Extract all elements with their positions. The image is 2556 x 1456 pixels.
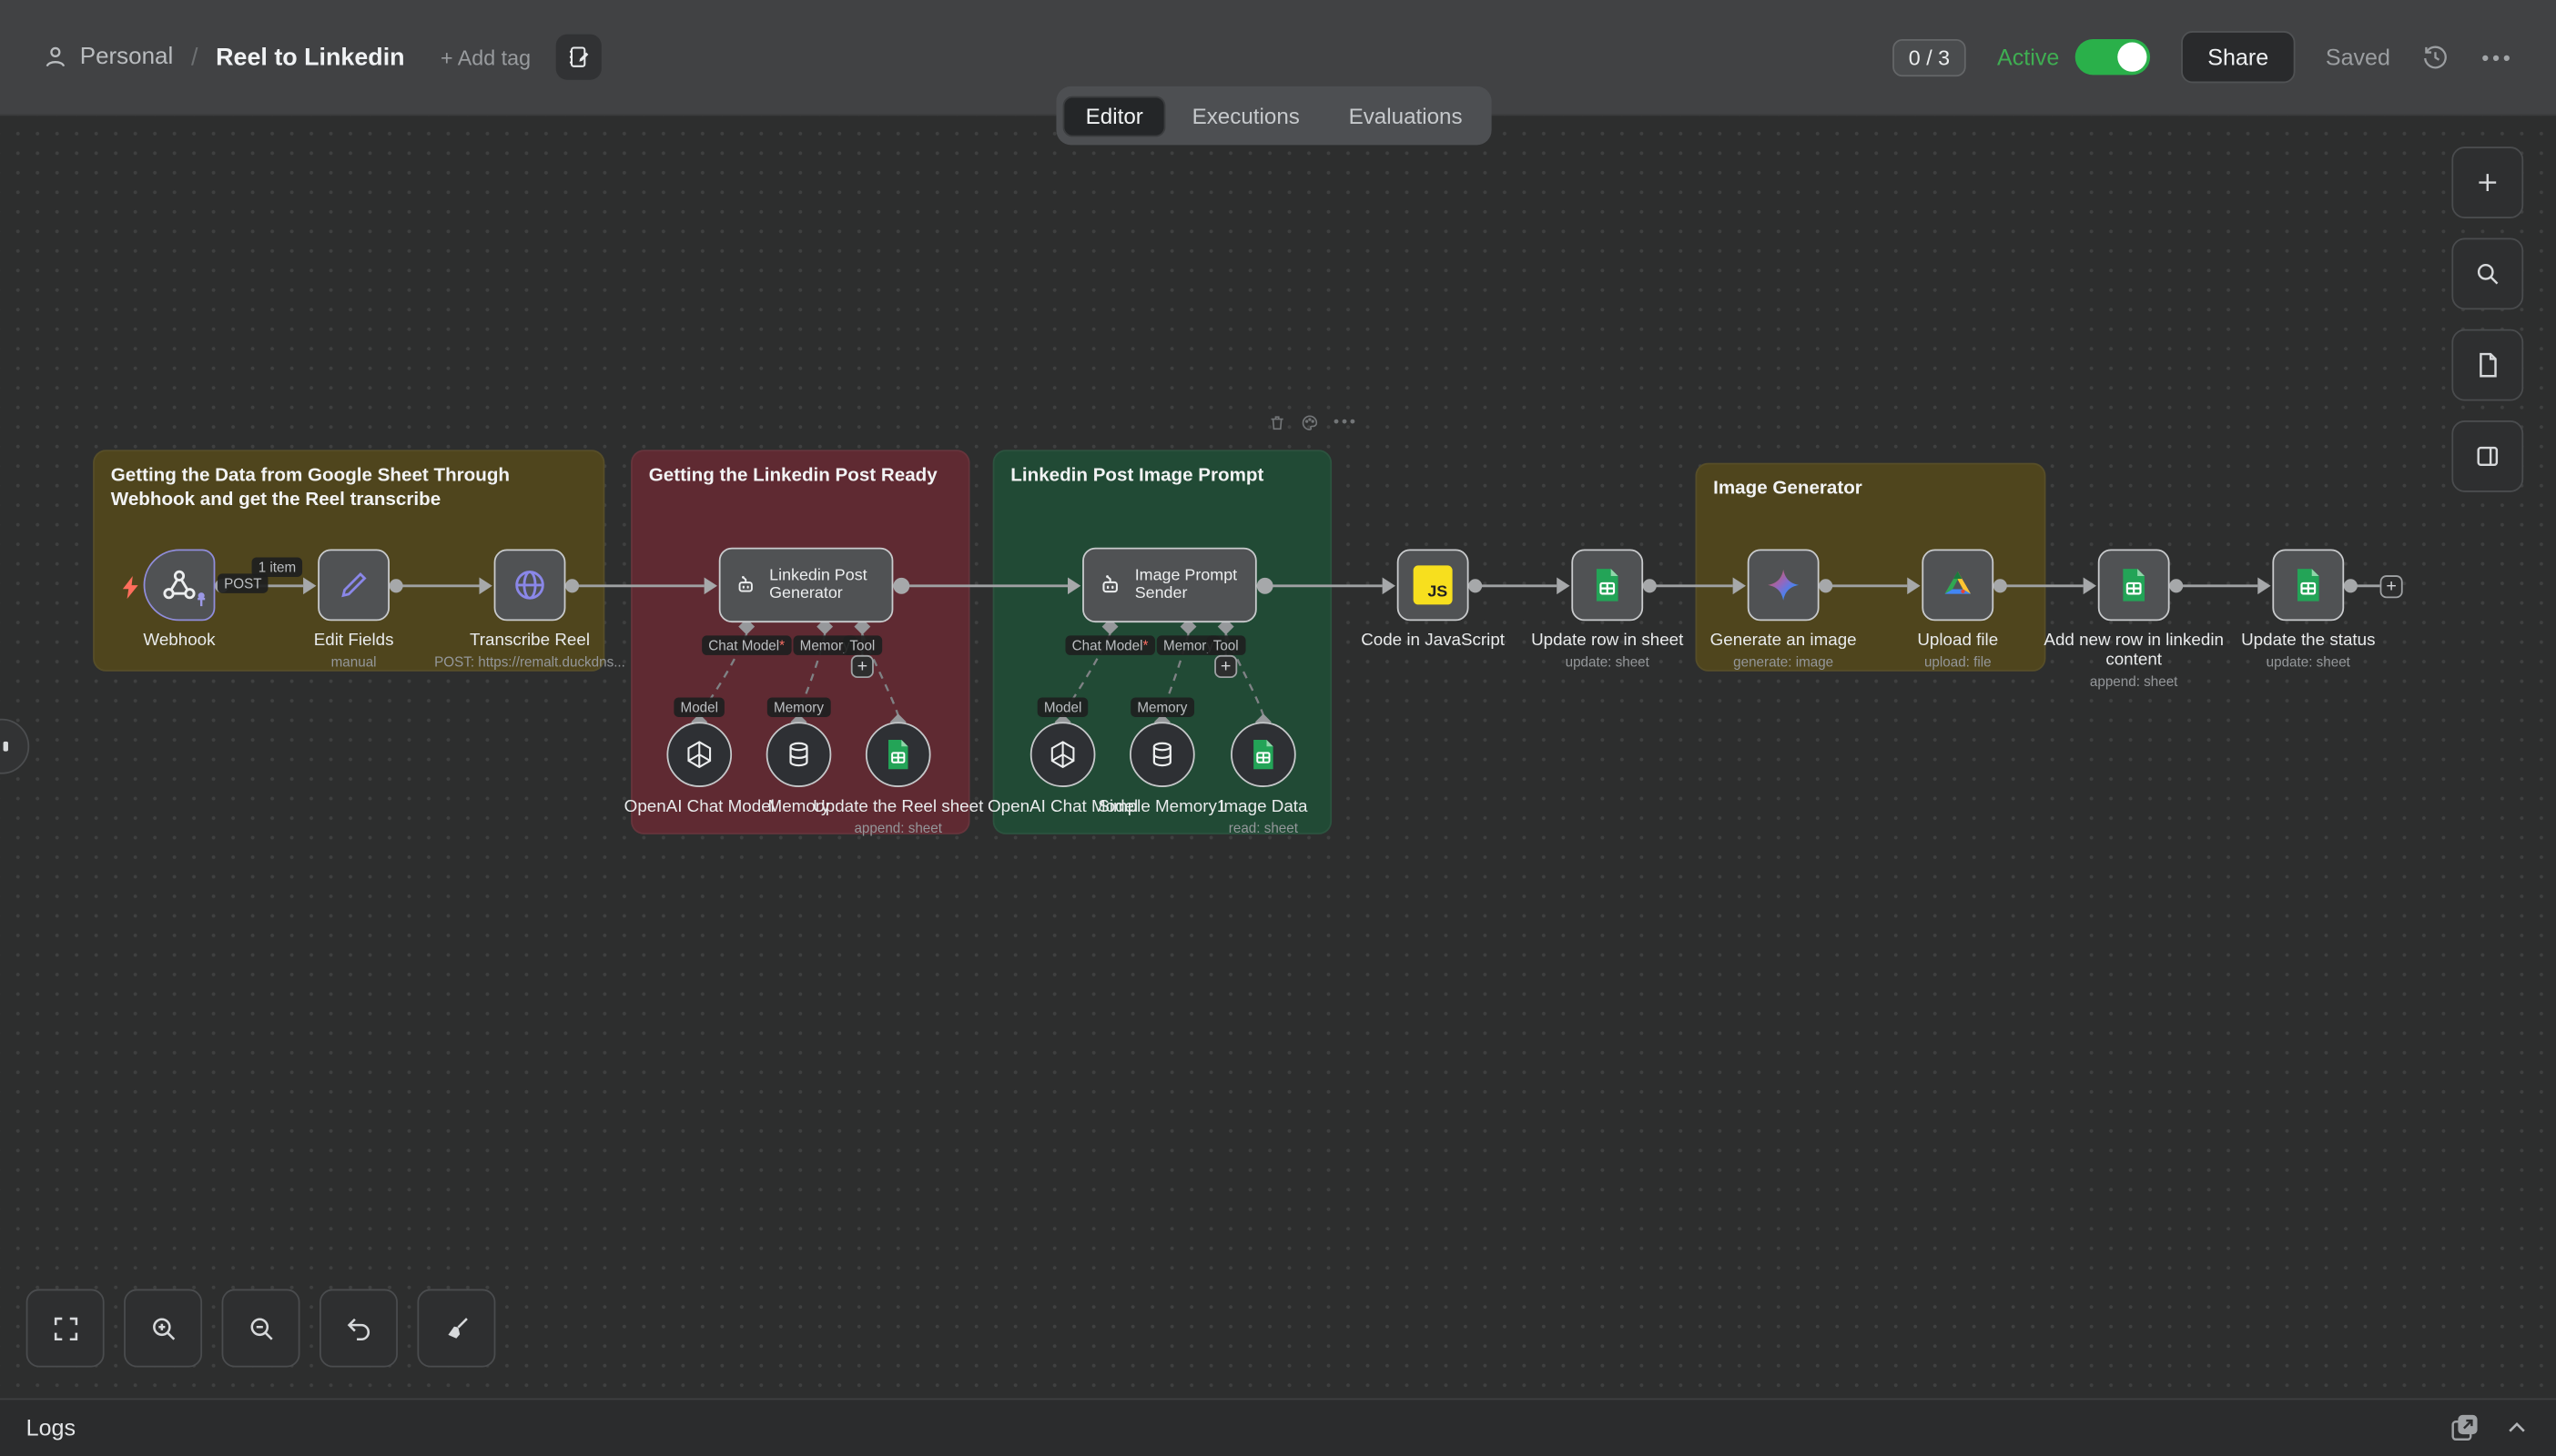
tab-editor[interactable]: Editor bbox=[1063, 96, 1166, 136]
zoom-out-icon bbox=[246, 1313, 277, 1344]
sticky-title: Linkedin Post Image Prompt bbox=[994, 451, 1330, 502]
add-node-endpoint-button[interactable]: + bbox=[2380, 575, 2403, 598]
personal-workspace-icon bbox=[43, 44, 69, 70]
add-sticky-note-button[interactable] bbox=[2451, 329, 2523, 401]
collapse-panel-handle[interactable] bbox=[0, 719, 29, 774]
active-toggle[interactable] bbox=[2075, 39, 2150, 75]
zoom-in-button[interactable] bbox=[124, 1289, 202, 1368]
file-icon bbox=[2473, 350, 2502, 379]
google-sheets-icon bbox=[1251, 738, 1277, 771]
google-sheets-icon bbox=[885, 738, 911, 771]
pinned-data-icon bbox=[194, 587, 208, 616]
delete-sticky-button[interactable] bbox=[1268, 414, 1286, 432]
sticky-title: Image Generator bbox=[1697, 464, 2044, 515]
workflow-title[interactable]: Reel to Linkedin bbox=[216, 43, 404, 70]
add-node-button[interactable] bbox=[2451, 147, 2523, 218]
subnode-memory-chip: Memory bbox=[767, 697, 830, 716]
connector-tool-chip: Tool bbox=[1207, 635, 1245, 654]
connection-items-chip: 1 item bbox=[252, 557, 303, 576]
sticky-toolbar: ••• bbox=[1268, 414, 1358, 432]
add-tool-button[interactable]: + bbox=[1214, 655, 1237, 678]
connector-chat-model-chip: Chat Model* bbox=[702, 635, 791, 654]
google-drive-icon bbox=[1938, 565, 1977, 604]
palette-icon bbox=[1301, 414, 1319, 432]
add-tag-button[interactable]: + Add tag bbox=[441, 45, 531, 69]
node-webhook[interactable]: Webhook bbox=[82, 550, 278, 651]
node-upload-file[interactable]: Upload file upload: file bbox=[1860, 550, 2055, 671]
workflow-notes-button[interactable] bbox=[555, 35, 601, 80]
google-sheets-icon bbox=[2119, 567, 2148, 602]
logs-title: Logs bbox=[26, 1414, 76, 1441]
subnode-update-the-reel-sheet[interactable]: Update the Reel sheet append: sheet bbox=[804, 722, 993, 835]
toggle-panel-button[interactable] bbox=[2451, 420, 2523, 492]
trigger-lightning-icon bbox=[121, 575, 140, 608]
gemini-image-icon bbox=[1764, 565, 1803, 604]
split-layout-icon bbox=[2473, 441, 2502, 470]
chevron-up-icon bbox=[2504, 1414, 2531, 1441]
sticky-color-button[interactable] bbox=[1301, 414, 1319, 432]
trash-icon bbox=[1268, 414, 1286, 432]
node-update-the-status[interactable]: Update the status update: sheet bbox=[2210, 550, 2406, 671]
add-tool-button[interactable]: + bbox=[851, 655, 874, 678]
node-generate-an-image[interactable]: Generate an image generate: image bbox=[1686, 550, 1882, 671]
zoom-out-button[interactable] bbox=[222, 1289, 300, 1368]
more-options-button[interactable]: ••• bbox=[2481, 45, 2513, 69]
connector-tool-chip: Tool bbox=[843, 635, 881, 654]
globe-icon bbox=[511, 565, 550, 604]
node-linkedin-post-generator[interactable]: Linkedin Post Generator bbox=[719, 548, 894, 622]
search-icon bbox=[2473, 259, 2502, 288]
pencil-icon bbox=[336, 567, 371, 602]
note-edit-icon bbox=[565, 44, 592, 70]
google-sheets-icon bbox=[2294, 567, 2323, 602]
robot-icon bbox=[734, 565, 758, 604]
required-mark: * bbox=[1143, 637, 1149, 653]
node-transcribe-reel[interactable]: Transcribe Reel POST: https://remalt.duc… bbox=[432, 550, 628, 671]
workflow-canvas[interactable]: Getting the Data from Google Sheet Throu… bbox=[0, 116, 2556, 1398]
zoom-to-fit-button[interactable] bbox=[26, 1289, 105, 1368]
google-sheets-icon bbox=[1593, 567, 1622, 602]
undo-icon bbox=[343, 1313, 374, 1344]
evaluation-counter-badge[interactable]: 0 / 3 bbox=[1892, 38, 1966, 76]
node-code-javascript[interactable]: JS Code in JavaScript bbox=[1335, 550, 1531, 651]
saved-status[interactable]: Saved bbox=[2326, 44, 2390, 70]
n8n-workflow-editor: Personal / Reel to Linkedin + Add tag 0 … bbox=[0, 0, 2556, 1455]
search-button[interactable] bbox=[2451, 238, 2523, 309]
pop-out-icon bbox=[2449, 1411, 2481, 1444]
sticky-title: Getting the Data from Google Sheet Throu… bbox=[95, 451, 604, 526]
active-label: Active bbox=[1997, 44, 2059, 70]
connector-chat-model-chip: Chat Model* bbox=[1065, 635, 1154, 654]
breadcrumb-separator: / bbox=[191, 43, 198, 70]
version-history-button[interactable] bbox=[2421, 43, 2450, 72]
webhook-icon bbox=[160, 565, 199, 604]
zoom-in-icon bbox=[147, 1313, 178, 1344]
node-add-new-row-linkedin-content[interactable]: Add new row in linkedin content append: … bbox=[2036, 550, 2232, 690]
subnode-image-data[interactable]: Image Data read: sheet bbox=[1169, 722, 1358, 835]
robot-icon bbox=[1097, 565, 1123, 604]
subnode-model-chip: Model bbox=[674, 697, 725, 716]
tidy-up-button[interactable] bbox=[417, 1289, 495, 1368]
subnode-model-chip: Model bbox=[1038, 697, 1089, 716]
breadcrumb-workspace[interactable]: Personal bbox=[80, 44, 173, 70]
sticky-title: Getting the Linkedin Post Ready bbox=[633, 451, 969, 502]
plus-icon bbox=[2473, 167, 2502, 197]
subnode-memory-chip: Memory bbox=[1131, 697, 1193, 716]
tab-executions[interactable]: Executions bbox=[1170, 96, 1323, 136]
toggle-knob bbox=[2118, 43, 2147, 72]
required-mark: * bbox=[779, 637, 785, 653]
javascript-icon: JS bbox=[1414, 565, 1453, 604]
fit-view-icon bbox=[50, 1313, 81, 1344]
sticky-more-button[interactable]: ••• bbox=[1334, 414, 1358, 432]
logs-panel-header[interactable]: Logs bbox=[0, 1399, 2556, 1456]
node-update-row-in-sheet[interactable]: Update row in sheet update: sheet bbox=[1509, 550, 1705, 671]
open-logs-window-button[interactable] bbox=[2449, 1411, 2481, 1444]
view-tabs: Editor Executions Evaluations bbox=[1056, 86, 1491, 145]
history-icon bbox=[2421, 43, 2450, 72]
broom-icon bbox=[441, 1313, 472, 1344]
expand-logs-button[interactable] bbox=[2504, 1414, 2531, 1441]
node-image-prompt-sender[interactable]: Image Prompt Sender bbox=[1082, 548, 1257, 622]
share-button[interactable]: Share bbox=[2182, 31, 2295, 83]
tab-evaluations[interactable]: Evaluations bbox=[1326, 96, 1486, 136]
reset-zoom-button[interactable] bbox=[320, 1289, 398, 1368]
